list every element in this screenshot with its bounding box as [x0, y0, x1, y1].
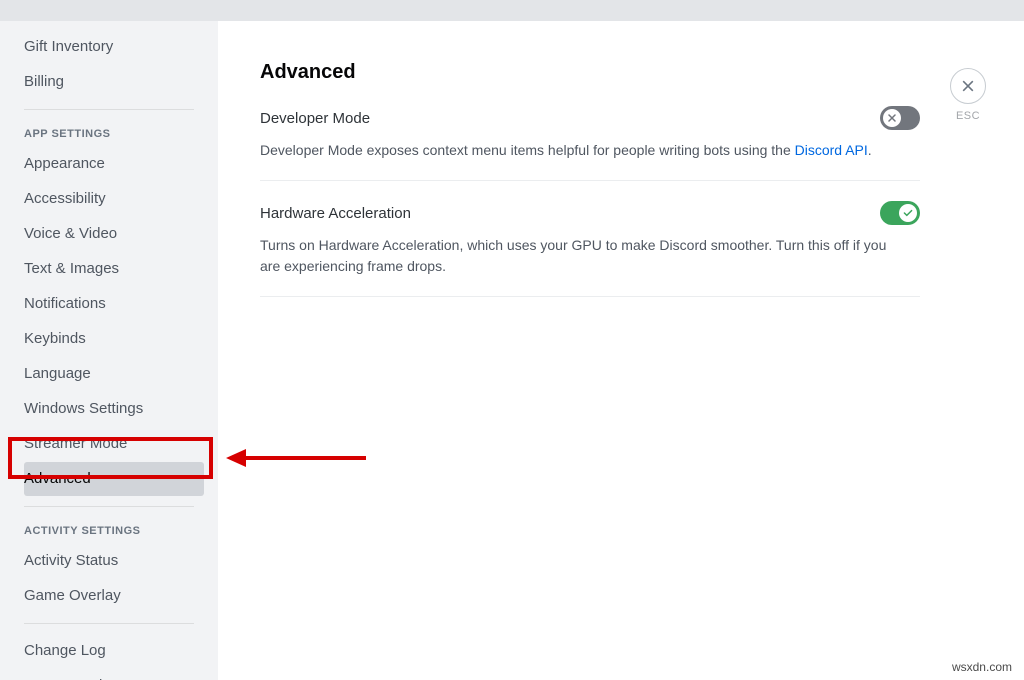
- sidebar-item-activity-status[interactable]: Activity Status: [24, 544, 204, 578]
- sidebar-header-activity-settings: ACTIVITY SETTINGS: [24, 517, 204, 543]
- close-button[interactable]: [950, 68, 986, 104]
- settings-sidebar: Gift InventoryBilling APP SETTINGSAppeara…: [0, 21, 218, 680]
- setting-hardware-acceleration: Hardware Acceleration Turns on Hardware …: [260, 201, 920, 297]
- sidebar-header-app-settings: APP SETTINGS: [24, 120, 204, 146]
- divider: [24, 623, 194, 624]
- setting-description: Turns on Hardware Acceleration, which us…: [260, 235, 900, 276]
- page-title: Advanced: [260, 61, 984, 84]
- sidebar-item-windows-settings[interactable]: Windows Settings: [24, 392, 204, 426]
- sidebar-item-keybinds[interactable]: Keybinds: [24, 322, 204, 356]
- setting-title: Developer Mode: [260, 110, 370, 127]
- divider: [24, 506, 194, 507]
- discord-api-link[interactable]: Discord API: [795, 142, 868, 158]
- sidebar-item-text-images[interactable]: Text & Images: [24, 252, 204, 286]
- sidebar-item-notifications[interactable]: Notifications: [24, 287, 204, 321]
- setting-title: Hardware Acceleration: [260, 205, 411, 222]
- sidebar-item-billing[interactable]: Billing: [24, 65, 204, 99]
- setting-developer-mode: Developer Mode Developer Mode exposes co…: [260, 106, 920, 181]
- divider: [24, 109, 194, 110]
- sidebar-item-voice-video[interactable]: Voice & Video: [24, 217, 204, 251]
- developer-mode-toggle[interactable]: [880, 106, 920, 130]
- sidebar-item-change-log[interactable]: Change Log: [24, 634, 204, 668]
- main-panel: Advanced Developer Mode Developer Mode e…: [218, 21, 1024, 680]
- sidebar-item-streamer-mode[interactable]: Streamer Mode: [24, 427, 204, 461]
- setting-description: Developer Mode exposes context menu item…: [260, 140, 900, 160]
- title-bar: [0, 0, 1024, 21]
- sidebar-item-advanced[interactable]: Advanced: [24, 462, 204, 496]
- hardware-acceleration-toggle[interactable]: [880, 201, 920, 225]
- watermark: wsxdn.com: [952, 660, 1012, 674]
- sidebar-item-game-overlay[interactable]: Game Overlay: [24, 579, 204, 613]
- sidebar-item-language[interactable]: Language: [24, 357, 204, 391]
- sidebar-item-appearance[interactable]: Appearance: [24, 147, 204, 181]
- sidebar-item-gift-inventory[interactable]: Gift Inventory: [24, 30, 204, 64]
- sidebar-item-accessibility[interactable]: Accessibility: [24, 182, 204, 216]
- check-icon: [899, 204, 917, 222]
- x-icon: [883, 109, 901, 127]
- esc-label: ESC: [950, 110, 986, 122]
- sidebar-item-hypesquad[interactable]: HypeSquad: [24, 669, 204, 680]
